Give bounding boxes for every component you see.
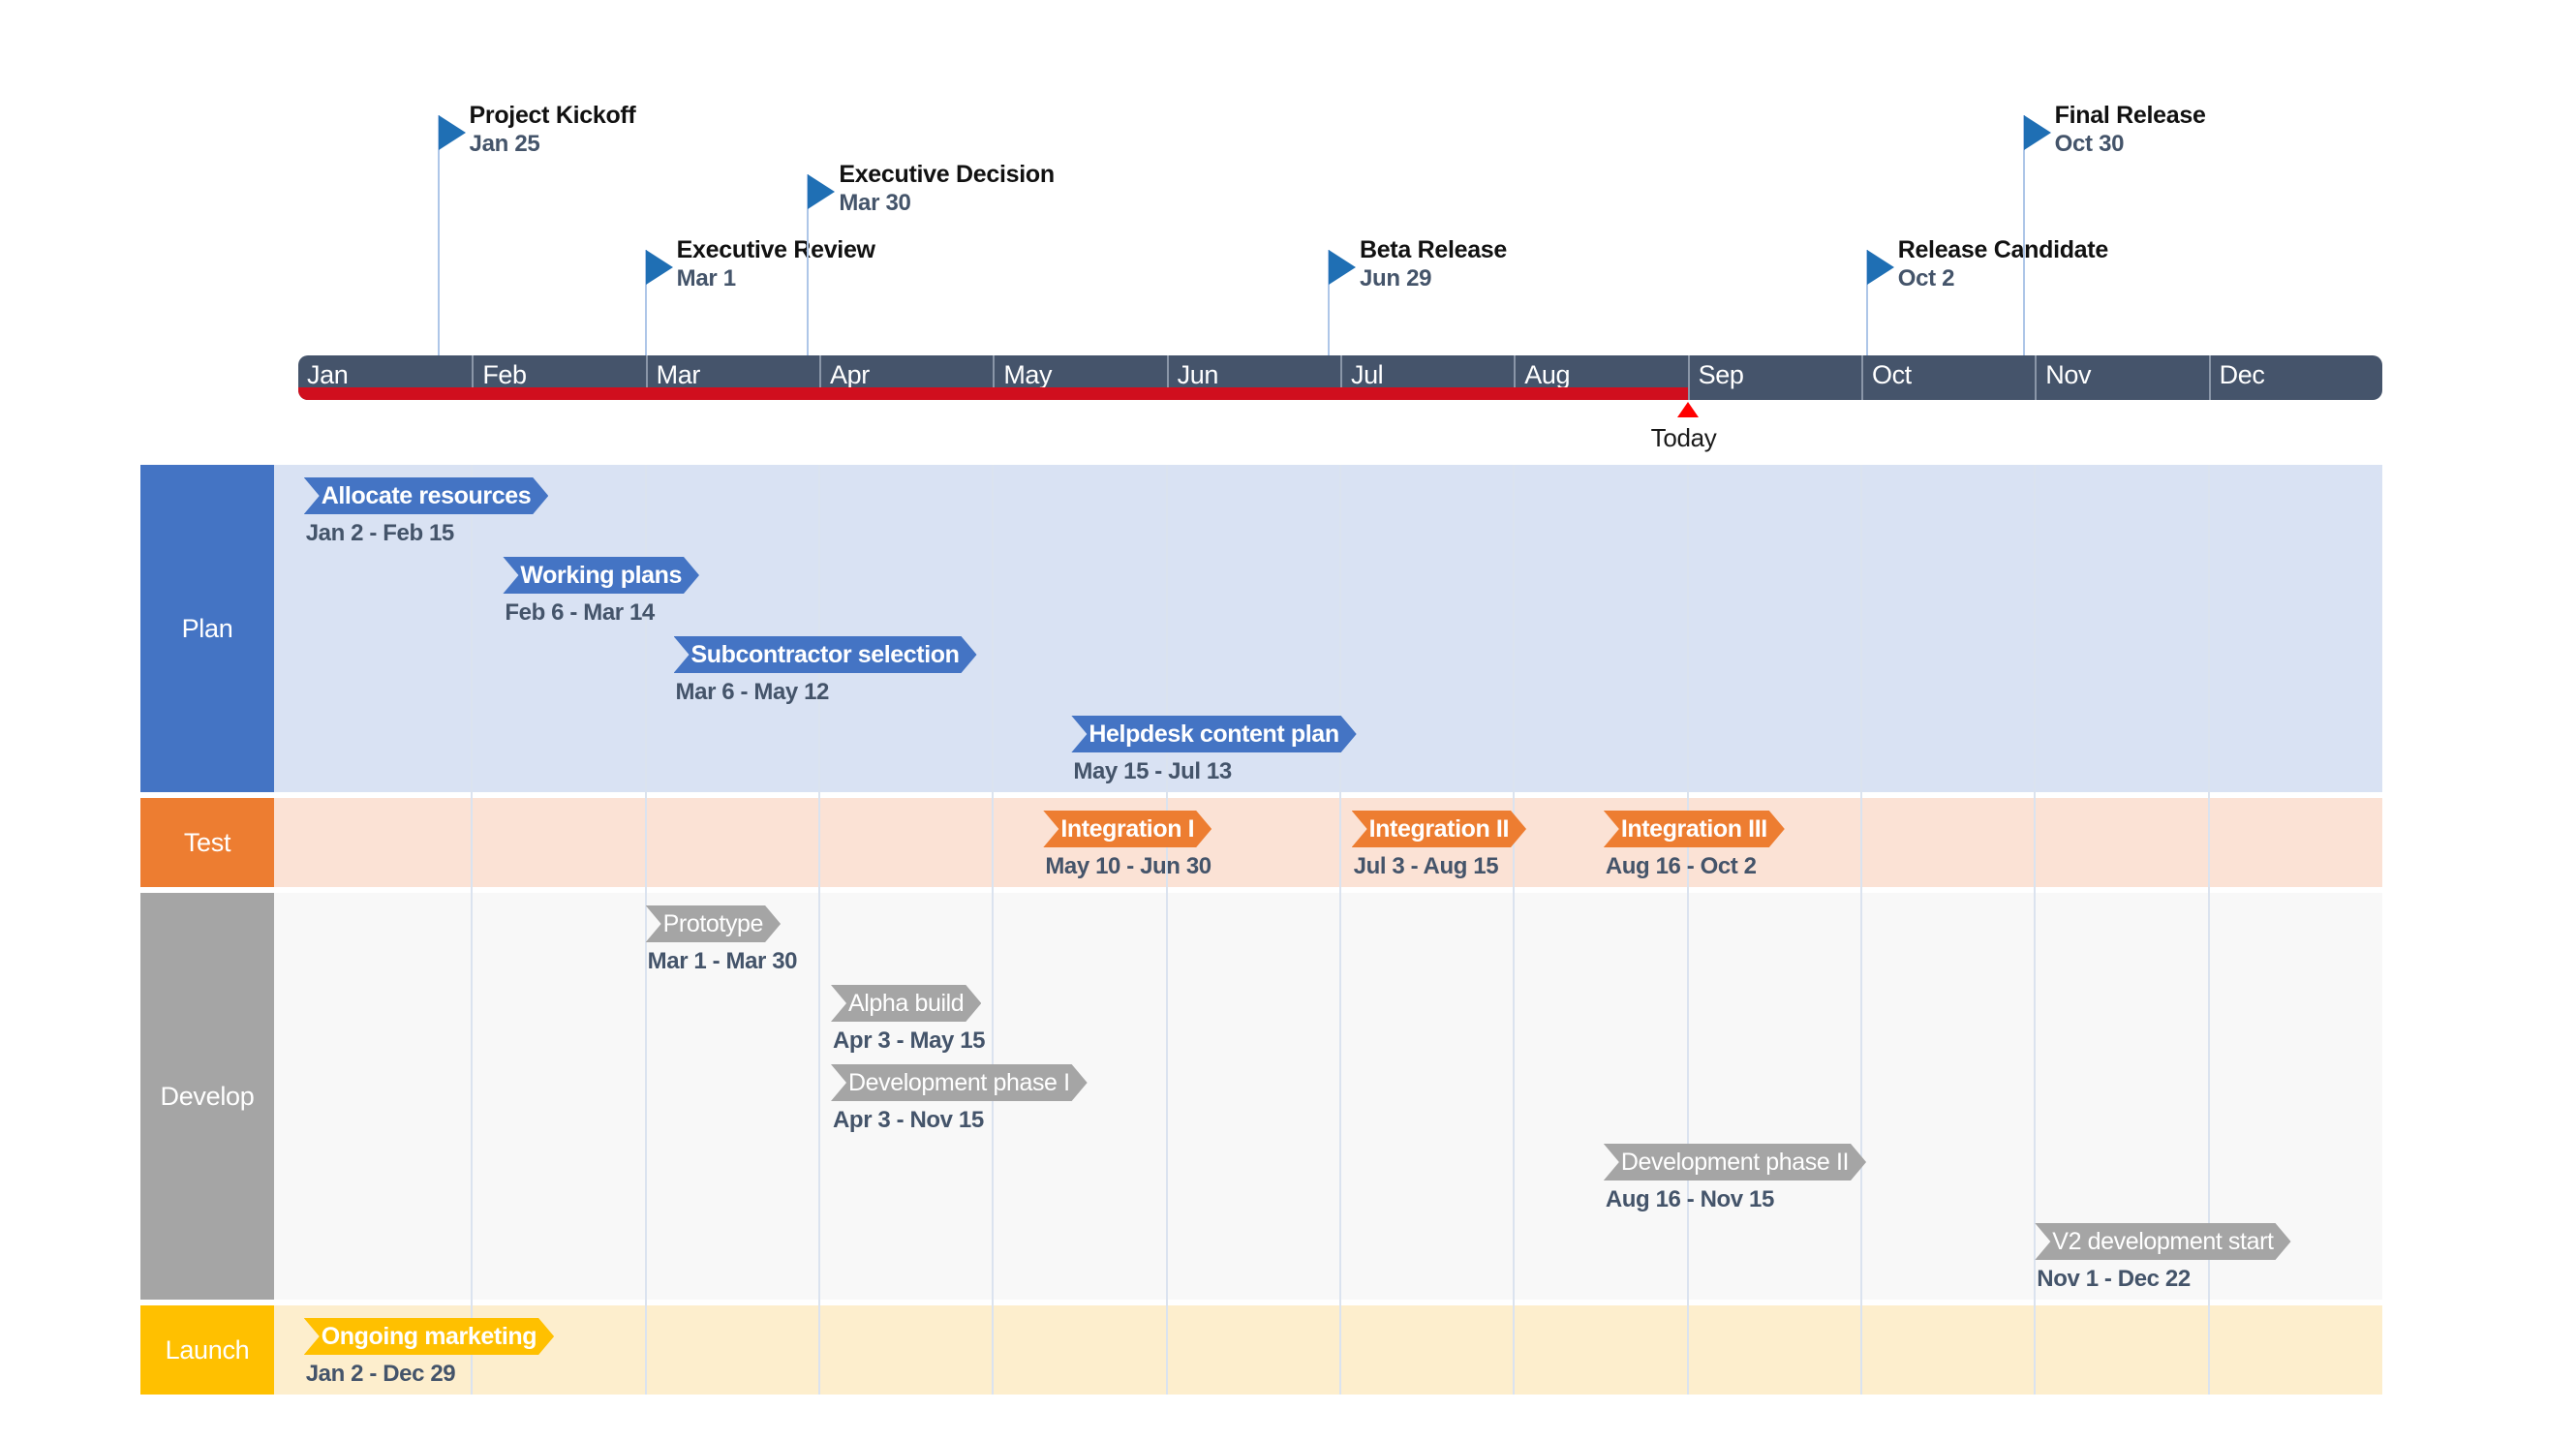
task-bar[interactable]: Integration III — [1604, 811, 1785, 847]
gantt-chart: Project Kickoff Jan 25 Executive Review Mar… — [0, 0, 2576, 1441]
lane-label-plan[interactable]: Plan — [140, 465, 274, 792]
milestone-date: Jan 25 — [469, 131, 540, 157]
task-helpdesk-content-plan[interactable]: Helpdesk content plan May 15 - Jul 13 — [1071, 716, 1407, 784]
task-bar[interactable]: Alpha build — [831, 985, 981, 1022]
task-bar[interactable]: Working plans — [503, 557, 699, 594]
progress-bar — [298, 387, 1688, 400]
task-v2-development-start[interactable]: V2 development start Nov 1 - Dec 22 — [2035, 1223, 2505, 1292]
milestone-flag-icon — [1866, 250, 1894, 285]
task-bar[interactable]: Integration II — [1352, 811, 1526, 847]
milestone-name: Beta Release — [1359, 236, 1508, 263]
milestone-name: Final Release — [2054, 102, 2206, 129]
lane-label-test[interactable]: Test — [140, 798, 274, 887]
task-date-range: Apr 3 - May 15 — [833, 1027, 986, 1054]
milestone-date: Mar 1 — [676, 265, 737, 291]
milestone-date: Jun 29 — [1359, 265, 1432, 291]
task-bar[interactable]: Allocate resources — [304, 477, 549, 514]
milestone-name: Project Kickoff — [469, 102, 636, 129]
milestone-name: Release Candidate — [1897, 236, 2109, 263]
month-header-nov[interactable]: Nov — [2035, 355, 2208, 400]
task-date-range: Mar 1 - Mar 30 — [647, 948, 798, 974]
task-ongoing-marketing[interactable]: Ongoing marketing Jan 2 - Dec 29 — [304, 1318, 2545, 1387]
task-date-range: Jul 3 - Aug 15 — [1353, 853, 1499, 879]
task-development-phase-i[interactable]: Development phase I Apr 3 - Nov 15 — [831, 1064, 2289, 1133]
task-bar[interactable]: Ongoing marketing — [304, 1318, 554, 1355]
milestone-flag-icon — [1328, 250, 1356, 285]
grid-line — [992, 465, 995, 1395]
task-integration-iii[interactable]: Integration III Aug 16 - Oct 2 — [1604, 811, 1867, 879]
today-triangle-icon — [1676, 402, 1699, 417]
task-development-phase-ii[interactable]: Development phase II Aug 16 - Nov 15 — [1604, 1144, 2290, 1212]
grid-line — [1338, 465, 1341, 1395]
task-date-range: Mar 6 - May 12 — [675, 679, 830, 705]
today-label: Today — [1650, 423, 1717, 452]
grid-line — [1859, 465, 1862, 1395]
milestone-name: Executive Decision — [839, 161, 1055, 188]
task-bar[interactable]: Development phase I — [831, 1064, 1088, 1101]
task-date-range: Aug 16 - Nov 15 — [1605, 1186, 1774, 1212]
grid-line — [471, 465, 474, 1395]
milestone-line — [437, 115, 440, 355]
milestone-flag-icon — [438, 115, 466, 150]
task-date-range: Aug 16 - Oct 2 — [1605, 853, 1757, 879]
task-date-range: Jan 2 - Dec 29 — [305, 1361, 456, 1387]
task-prototype[interactable]: Prototype Mar 1 - Mar 30 — [646, 905, 809, 974]
milestone-line — [2022, 115, 2025, 355]
milestone-flag-icon — [645, 250, 673, 285]
task-date-range: Feb 6 - Mar 14 — [505, 599, 655, 626]
lane-label-launch[interactable]: Launch — [140, 1305, 274, 1395]
task-bar[interactable]: Helpdesk content plan — [1071, 716, 1356, 752]
task-date-range: Jan 2 - Feb 15 — [305, 520, 455, 546]
task-date-range: Nov 1 - Dec 22 — [2037, 1266, 2191, 1292]
milestone-flag-icon — [808, 174, 836, 209]
task-subcontractor-selection[interactable]: Subcontractor selection Mar 6 - May 12 — [674, 636, 1055, 705]
milestone-date: Oct 2 — [1897, 265, 1955, 291]
grid-line — [1686, 465, 1689, 1395]
milestone-flag-icon — [2023, 115, 2051, 150]
month-header-sep[interactable]: Sep — [1687, 355, 1861, 400]
milestone-date: Oct 30 — [2054, 131, 2125, 157]
task-bar[interactable]: V2 development start — [2035, 1223, 2290, 1260]
task-bar[interactable]: Development phase II — [1604, 1144, 1866, 1180]
task-allocate-resources[interactable]: Allocate resources Jan 2 - Feb 15 — [304, 477, 559, 546]
milestone-date: Mar 30 — [839, 190, 911, 216]
month-header-oct[interactable]: Oct — [1860, 355, 2035, 400]
month-header-dec[interactable]: Dec — [2208, 355, 2382, 400]
task-date-range: May 10 - Jun 30 — [1045, 853, 1211, 879]
grid-line — [1513, 465, 1516, 1395]
task-bar[interactable]: Subcontractor selection — [674, 636, 977, 673]
milestone-name: Executive Review — [676, 236, 875, 263]
lane-label-develop[interactable]: Develop — [140, 893, 274, 1300]
task-integration-ii[interactable]: Integration II Jul 3 - Aug 15 — [1352, 811, 1598, 879]
task-integration-i[interactable]: Integration I May 10 - Jun 30 — [1043, 811, 1334, 879]
task-date-range: Apr 3 - Nov 15 — [833, 1107, 984, 1133]
task-bar[interactable]: Prototype — [646, 905, 781, 942]
timeline-header: Jan Feb Mar Apr May Jun Jul Aug Sep Oct Nov Dec — [298, 355, 2382, 400]
grid-line — [817, 465, 820, 1395]
task-working-plans[interactable]: Working plans Feb 6 - Mar 14 — [503, 557, 718, 626]
task-bar[interactable]: Integration I — [1043, 811, 1211, 847]
task-alpha-build[interactable]: Alpha build Apr 3 - May 15 — [831, 985, 1071, 1054]
task-date-range: May 15 - Jul 13 — [1073, 758, 1232, 784]
grid-line — [1165, 465, 1168, 1395]
